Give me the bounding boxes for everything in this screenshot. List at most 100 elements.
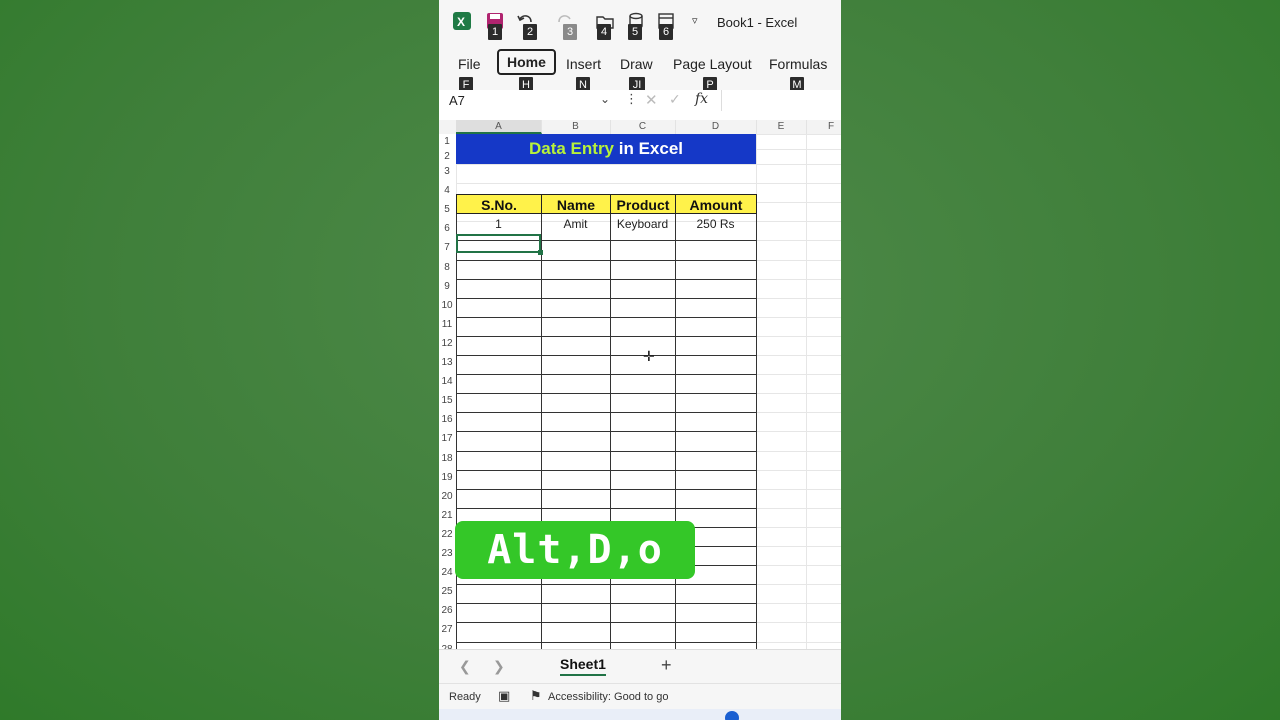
table-border-row <box>456 393 757 395</box>
gridline-row <box>456 183 841 185</box>
title-bar: X 1 2 3 4 5 6 ▿ Book1 - Excel <box>439 0 841 46</box>
tab-home[interactable]: Home <box>497 49 556 75</box>
column-header-d[interactable]: D <box>675 120 757 134</box>
column-header-c[interactable]: C <box>610 120 676 134</box>
table-border-row <box>456 259 757 261</box>
column-header-a[interactable]: A <box>456 120 542 134</box>
row-header-2[interactable]: 2 <box>439 151 455 162</box>
table-border-row <box>456 297 757 299</box>
status-bar: Ready ▣ ⚑ Accessibility: Good to go <box>439 683 841 710</box>
row-header-23[interactable]: 23 <box>439 548 455 559</box>
row-header-1[interactable]: 1 <box>439 136 455 147</box>
cell-a6[interactable]: 1 <box>456 217 541 231</box>
row-header-18[interactable]: 18 <box>439 453 455 464</box>
banner-highlight-text: Data Entry <box>528 139 615 158</box>
keytip-redo: 3 <box>563 24 577 40</box>
bottom-strip <box>439 709 841 720</box>
header-cell-amount[interactable]: Amount <box>675 194 757 214</box>
add-sheet-button[interactable]: + <box>661 655 672 676</box>
row-header-6[interactable]: 6 <box>439 223 455 234</box>
keytip-save: 1 <box>488 24 502 40</box>
excel-window: X 1 2 3 4 5 6 ▿ Book1 - Excel File F Hom… <box>439 0 841 720</box>
keytip-undo: 2 <box>523 24 537 40</box>
gridline-col <box>806 134 807 649</box>
cancel-icon[interactable]: ✕ <box>645 91 658 109</box>
enter-check-icon[interactable]: ✓ <box>669 91 681 108</box>
next-sheet-icon[interactable]: ❯ <box>493 658 505 675</box>
cell-d6[interactable]: 250 Rs <box>675 217 756 231</box>
worksheet-grid[interactable]: A B C D E F 1 2 3 4 5 6 7 8 9 10 11 12 13 14 15 16 17 18 1… <box>439 112 841 649</box>
tab-insert[interactable]: Insert <box>566 56 601 72</box>
row-header-17[interactable]: 17 <box>439 433 455 444</box>
macro-recording-icon[interactable]: ▣ <box>498 688 510 704</box>
column-header-f[interactable]: F <box>806 120 841 134</box>
accessibility-status[interactable]: Accessibility: Good to go <box>548 691 668 703</box>
table-border-row <box>456 469 757 471</box>
gridline-row <box>456 164 841 165</box>
row-header-24[interactable]: 24 <box>439 567 455 578</box>
accessibility-icon[interactable]: ⚑ <box>530 688 542 704</box>
row-header-19[interactable]: 19 <box>439 472 455 483</box>
row-header-4[interactable]: 4 <box>439 185 455 196</box>
previous-sheet-icon[interactable]: ❮ <box>459 658 471 675</box>
row-header-7[interactable]: 7 <box>439 242 455 253</box>
table-border-row <box>456 374 757 376</box>
tab-draw[interactable]: Draw <box>620 56 653 72</box>
fill-handle[interactable] <box>538 250 543 255</box>
customize-qat-icon[interactable]: ▿ <box>692 14 698 27</box>
svg-text:X: X <box>457 15 465 29</box>
table-border-row <box>456 507 757 509</box>
header-cell-product[interactable]: Product <box>610 194 676 214</box>
row-header-15[interactable]: 15 <box>439 395 455 406</box>
table-border-row <box>456 450 757 452</box>
row-header-21[interactable]: 21 <box>439 510 455 521</box>
row-header-8[interactable]: 8 <box>439 262 455 273</box>
table-border-row <box>456 641 757 643</box>
sheet-tab-sheet1[interactable]: Sheet1 <box>560 656 606 676</box>
active-cell[interactable] <box>456 234 541 253</box>
row-header-20[interactable]: 20 <box>439 491 455 502</box>
formula-input[interactable] <box>721 90 841 111</box>
keytip-data: 5 <box>628 24 642 40</box>
row-header-26[interactable]: 26 <box>439 605 455 616</box>
column-headers: A B C D E F <box>439 120 841 134</box>
table-border-row <box>456 622 757 624</box>
row-header-13[interactable]: 13 <box>439 357 455 368</box>
table-border-row <box>456 412 757 414</box>
row-header-9[interactable]: 9 <box>439 281 455 292</box>
insert-function-button[interactable]: fx <box>695 91 708 107</box>
row-header-27[interactable]: 27 <box>439 624 455 635</box>
row-header-10[interactable]: 10 <box>439 300 455 311</box>
header-cell-name[interactable]: Name <box>541 194 611 214</box>
column-header-e[interactable]: E <box>756 120 807 134</box>
tab-page-layout[interactable]: Page Layout <box>673 56 752 72</box>
row-header-22[interactable]: 22 <box>439 529 455 540</box>
table-border-row <box>456 431 757 433</box>
tab-formulas[interactable]: Formulas <box>769 56 827 72</box>
name-box[interactable]: A7 <box>449 93 465 108</box>
row-header-16[interactable]: 16 <box>439 414 455 425</box>
title-banner[interactable]: Data Entry in Excel <box>456 134 756 164</box>
table-border-row <box>456 488 757 490</box>
row-header-14[interactable]: 14 <box>439 376 455 387</box>
keytip-form: 6 <box>659 24 673 40</box>
table-border-row <box>456 335 757 337</box>
row-header-3[interactable]: 3 <box>439 166 455 177</box>
tab-file[interactable]: File <box>458 56 481 72</box>
header-cell-sno[interactable]: S.No. <box>456 194 542 214</box>
row-header-25[interactable]: 25 <box>439 586 455 597</box>
table-border-row <box>456 278 757 280</box>
table-border-row <box>456 584 757 586</box>
row-header-5[interactable]: 5 <box>439 204 455 215</box>
table-border-row <box>456 603 757 605</box>
cell-cursor-icon: ✛ <box>643 348 655 364</box>
row-header-12[interactable]: 12 <box>439 338 455 349</box>
cell-b6[interactable]: Amit <box>541 217 610 231</box>
row-header-11[interactable]: 11 <box>439 319 455 330</box>
column-header-b[interactable]: B <box>541 120 611 134</box>
more-options-icon[interactable]: ⋮ <box>625 91 638 107</box>
chevron-down-icon[interactable]: ⌄ <box>600 92 610 106</box>
cell-c6[interactable]: Keyboard <box>610 217 675 231</box>
excel-logo-icon: X <box>453 12 471 30</box>
table-border-row <box>456 316 757 318</box>
